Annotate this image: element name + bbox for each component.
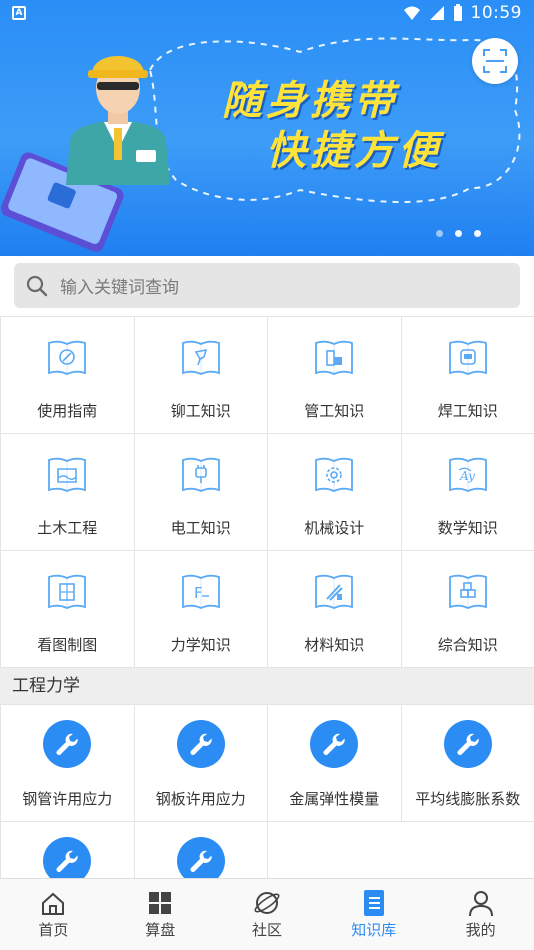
formula-item-label: 钢板许用应力	[155, 790, 246, 808]
carousel-dot	[474, 230, 481, 237]
knowledge-item[interactable]: 电工知识	[133, 433, 268, 551]
nav-tab[interactable]: 算盘	[107, 879, 214, 950]
blueprint-book-icon	[46, 571, 88, 613]
formula-item[interactable]: 钢板许用应力	[133, 704, 268, 822]
formula-item[interactable]: 平均线膨胀系数	[400, 704, 534, 822]
knowledge-item[interactable]: Ay 数学知识	[400, 433, 534, 551]
knowledge-item-label: 力学知识	[170, 636, 231, 654]
formula-book-icon: Ay	[447, 454, 489, 496]
knowledge-item-label: 电工知识	[170, 519, 231, 537]
materials-book-icon	[313, 571, 355, 613]
battery-icon	[453, 4, 462, 21]
knowledge-item-label: 土木工程	[37, 519, 98, 537]
carousel-dot	[455, 230, 462, 237]
knowledge-item[interactable]: 机械设计	[267, 433, 402, 551]
home-icon	[39, 889, 67, 917]
knowledge-item[interactable]: 使用指南	[0, 316, 135, 434]
signal-icon	[429, 6, 444, 20]
knowledge-item[interactable]: 材料知识	[267, 550, 402, 668]
knowledge-item[interactable]: 看图制图	[0, 550, 135, 668]
wrench-icon	[310, 720, 359, 768]
nav-tab[interactable]: 社区	[214, 879, 321, 950]
formula-item-label: 金属弹性模量	[289, 790, 380, 808]
knowledge-item-label: 看图制图	[37, 636, 98, 654]
nav-tab-label: 知识库	[351, 921, 397, 939]
status-bar: A 10:59	[0, 0, 534, 28]
scan-icon	[483, 49, 507, 73]
banner-slogan-line2: 快捷方便	[266, 128, 442, 174]
knowledge-item[interactable]: 铆工知识	[133, 316, 268, 434]
banner-carousel[interactable]: A 10:59 随身携带 快捷方便	[0, 0, 534, 256]
bottom-navigation: 首页 算盘 社区 知识库 我的	[0, 878, 534, 950]
knowledge-item-label: 数学知识	[437, 519, 498, 537]
scan-button[interactable]	[472, 38, 518, 84]
knowledge-item[interactable]: F 力学知识	[133, 550, 268, 668]
carousel-indicator	[436, 230, 481, 237]
wrench-icon	[43, 720, 92, 768]
knowledge-item[interactable]: 管工知识	[267, 316, 402, 434]
knowledge-item[interactable]: 土木工程	[0, 433, 135, 551]
landscape-book-icon	[46, 454, 88, 496]
status-time: 10:59	[470, 3, 522, 23]
section-title: 工程力学	[0, 668, 534, 704]
grid-icon	[146, 889, 174, 917]
knowledge-item-label: 铆工知识	[170, 402, 231, 420]
nav-tab[interactable]: 首页	[0, 879, 107, 950]
book-icon	[360, 889, 388, 917]
carousel-dot	[436, 230, 443, 237]
nav-tab-label: 算盘	[145, 921, 176, 939]
welding-mask-book-icon	[447, 337, 489, 379]
knowledge-item-label: 焊工知识	[437, 402, 498, 420]
user-icon	[467, 889, 495, 917]
knowledge-item[interactable]: 综合知识	[400, 550, 534, 668]
svg-text:F: F	[194, 584, 203, 602]
gear-book-icon	[313, 454, 355, 496]
wifi-icon	[403, 6, 420, 20]
planet-icon	[253, 889, 281, 917]
knowledge-item-label: 材料知识	[304, 636, 365, 654]
knowledge-grid: 使用指南 铆工知识 管工知识 焊工知识土木工程 电工知识 机械设计 Ay 数学知识看图制图 F 力…	[0, 316, 534, 668]
cubes-book-icon	[447, 571, 489, 613]
svg-text:Ay: Ay	[459, 469, 475, 483]
nav-tab-label: 社区	[251, 921, 282, 939]
app-notification-icon: A	[12, 6, 26, 20]
compass-book-icon	[46, 337, 88, 379]
formula-item[interactable]: 金属弹性模量	[267, 704, 402, 822]
search-icon	[24, 273, 50, 299]
formula-item-label: 钢管许用应力	[22, 790, 113, 808]
knowledge-item-label: 机械设计	[304, 519, 365, 537]
search-bar[interactable]: 输入关键词查询	[14, 263, 520, 308]
formula-item-label: 平均线膨胀系数	[415, 790, 521, 808]
nav-tab[interactable]: 我的	[427, 879, 534, 950]
force-book-icon: F	[180, 571, 222, 613]
wrench-icon	[176, 720, 225, 768]
pipe-book-icon	[313, 337, 355, 379]
formula-item[interactable]: 钢管许用应力	[0, 704, 135, 822]
knowledge-item-label: 综合知识	[437, 636, 498, 654]
nav-tab[interactable]: 知识库	[320, 879, 427, 950]
knowledge-item-label: 使用指南	[37, 402, 98, 420]
wrench-icon	[443, 720, 492, 768]
knowledge-item[interactable]: 焊工知识	[400, 316, 534, 434]
plug-book-icon	[180, 454, 222, 496]
search-input[interactable]: 输入关键词查询	[60, 273, 179, 298]
knowledge-item-label: 管工知识	[304, 402, 365, 420]
nav-tab-label: 首页	[38, 921, 69, 939]
rivet-book-icon	[180, 337, 222, 379]
nav-tab-label: 我的	[465, 921, 496, 939]
